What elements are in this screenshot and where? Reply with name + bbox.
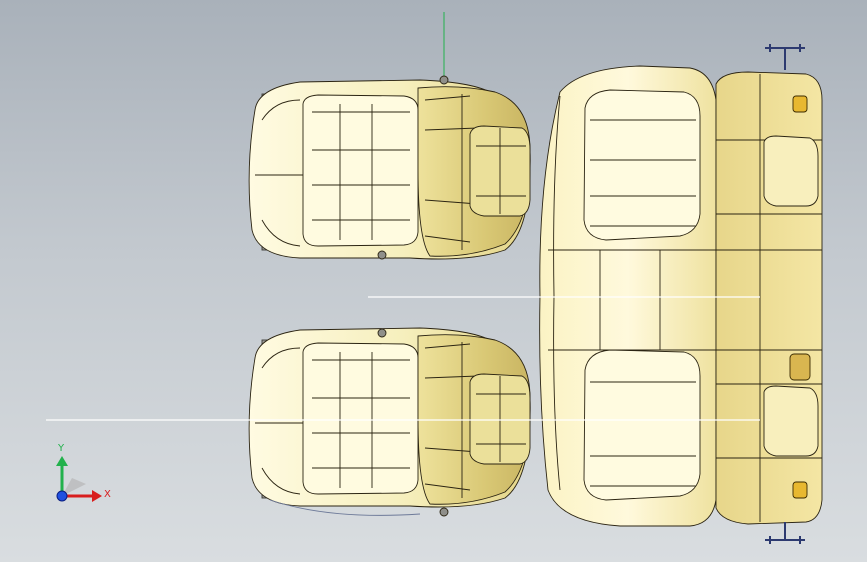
- recline-knob[interactable]: [439, 507, 449, 517]
- center-latch-icon[interactable]: [789, 353, 811, 381]
- seat-cushion-panel: [302, 342, 419, 495]
- x-axis-arrowhead: [92, 490, 102, 502]
- mounting-bracket-top: [765, 44, 805, 70]
- x-axis-label: X: [104, 489, 111, 500]
- bench-pad-lower: [583, 349, 701, 501]
- mounting-bracket-bottom: [765, 522, 805, 544]
- front-seat-left[interactable]: [248, 75, 531, 260]
- adjust-knob[interactable]: [377, 328, 387, 338]
- cad-graphics-viewport[interactable]: Y X: [0, 0, 867, 562]
- rear-headrest-upper: [763, 135, 819, 207]
- seatbelt-buckle-icon[interactable]: [792, 95, 808, 113]
- z-axis-dot: [56, 490, 68, 502]
- adjust-knob[interactable]: [377, 250, 387, 260]
- y-axis-arrowhead: [56, 456, 68, 466]
- coordinate-triad[interactable]: [56, 456, 102, 502]
- y-axis-label: Y: [58, 443, 65, 454]
- rear-bench-seat[interactable]: [539, 44, 823, 544]
- seat-cushion-panel: [302, 94, 419, 247]
- bench-pad-upper: [583, 89, 701, 241]
- rear-headrest-lower: [763, 385, 819, 457]
- recline-knob[interactable]: [439, 75, 449, 85]
- front-seat-right[interactable]: [248, 327, 531, 517]
- seat-assembly-model[interactable]: [0, 0, 867, 562]
- seatbelt-buckle-icon[interactable]: [792, 481, 808, 499]
